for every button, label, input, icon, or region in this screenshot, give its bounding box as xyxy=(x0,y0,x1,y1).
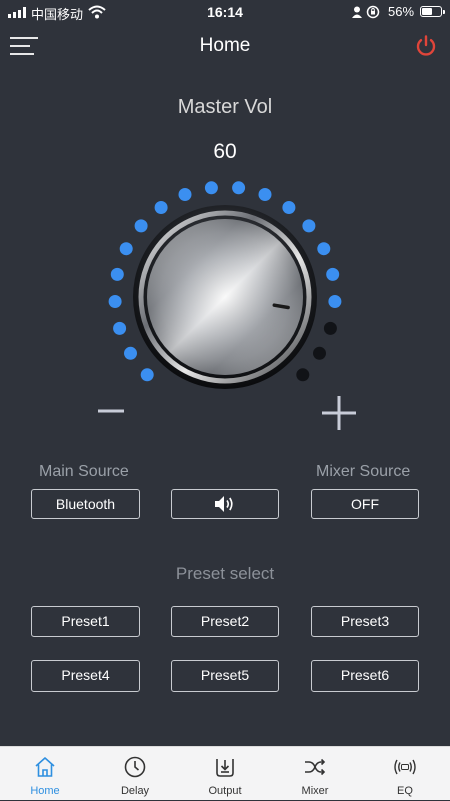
preset-4-button[interactable]: Preset4 xyxy=(31,660,140,692)
shuffle-icon xyxy=(305,758,326,776)
clock-icon xyxy=(124,756,146,778)
volume-dot xyxy=(296,368,310,382)
tab-mixer[interactable]: Mixer xyxy=(270,747,360,801)
mixer-source-label: Mixer Source xyxy=(316,463,411,480)
plus-icon xyxy=(322,396,356,430)
eq-icon xyxy=(394,759,416,775)
tab-output-label: Output xyxy=(208,785,242,797)
tab-output[interactable]: Output xyxy=(180,747,270,801)
minus-icon xyxy=(98,409,124,413)
volume-dot xyxy=(328,295,342,308)
volume-dot xyxy=(178,188,192,201)
volume-dot xyxy=(323,321,337,335)
tab-delay[interactable]: Delay xyxy=(90,747,180,801)
preset-1-button[interactable]: Preset1 xyxy=(31,606,140,637)
volume-dot xyxy=(110,267,124,281)
volume-dot xyxy=(232,181,246,195)
volume-down-button[interactable] xyxy=(96,396,126,426)
volume-dot xyxy=(258,188,272,201)
main-source-label: Main Source xyxy=(39,463,129,480)
knob-indicator xyxy=(272,303,290,310)
volume-dot xyxy=(302,219,316,233)
volume-dot xyxy=(317,242,331,256)
mixer-source-button[interactable]: OFF xyxy=(311,489,419,519)
volume-dot xyxy=(140,368,154,382)
volume-dot xyxy=(204,181,218,195)
volume-knob-area xyxy=(0,0,450,450)
volume-dot xyxy=(124,346,137,360)
volume-dot xyxy=(108,295,122,308)
tab-eq[interactable]: EQ xyxy=(360,747,450,801)
speaker-icon xyxy=(215,496,233,512)
preset-select-title: Preset select xyxy=(175,564,275,583)
tab-bar: Home Delay Output Mixer EQ xyxy=(0,746,450,800)
home-icon xyxy=(35,757,55,777)
volume-dot xyxy=(113,321,127,335)
preset-3-button[interactable]: Preset3 xyxy=(311,606,419,637)
output-icon xyxy=(216,759,234,777)
preset-5-button[interactable]: Preset5 xyxy=(171,660,279,692)
volume-dot xyxy=(282,201,296,214)
preset-6-button[interactable]: Preset6 xyxy=(311,660,419,692)
preset-2-button[interactable]: Preset2 xyxy=(171,606,279,637)
tab-home-label: Home xyxy=(30,785,60,797)
volume-up-button[interactable] xyxy=(320,394,358,432)
mute-button[interactable] xyxy=(171,489,279,519)
volume-dot xyxy=(326,267,340,281)
volume-dot xyxy=(134,219,148,233)
volume-dot xyxy=(154,201,168,214)
volume-dot xyxy=(313,346,326,360)
volume-dot xyxy=(119,242,133,256)
tab-home[interactable]: Home xyxy=(0,747,90,801)
tab-eq-label: EQ xyxy=(397,785,413,797)
main-source-button[interactable]: Bluetooth xyxy=(31,489,140,519)
tab-mixer-label: Mixer xyxy=(301,785,329,797)
tab-delay-label: Delay xyxy=(120,785,150,797)
